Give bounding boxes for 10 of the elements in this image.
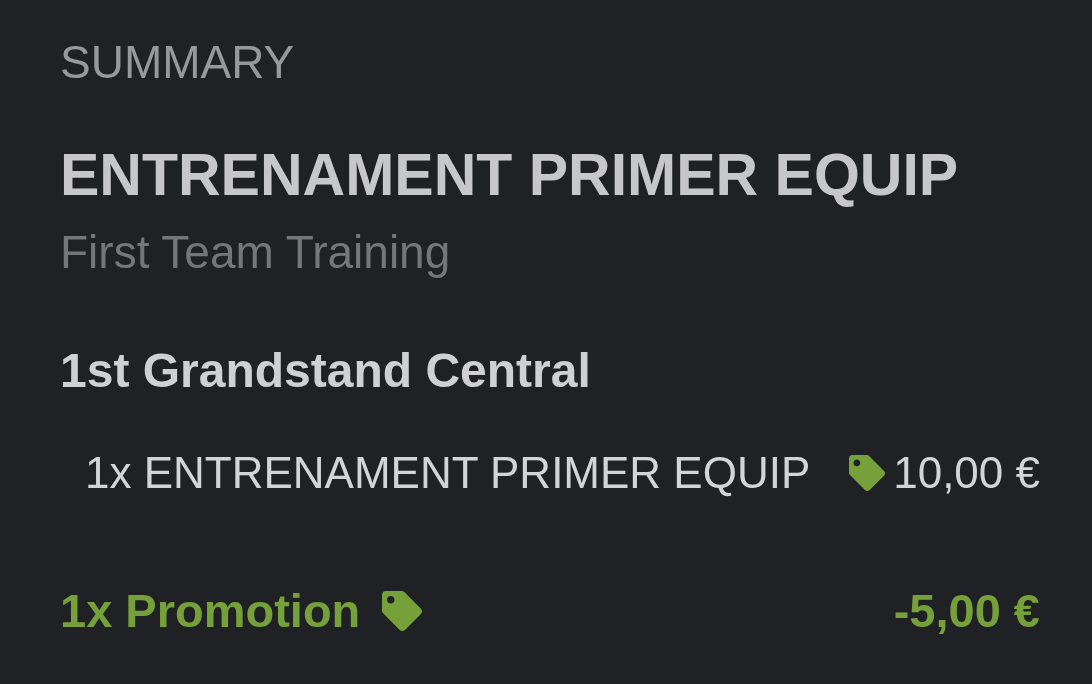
seating-zone-name: 1st Grandstand Central bbox=[60, 342, 592, 398]
tag-icon bbox=[849, 455, 886, 492]
ticket-line-label: 1x ENTRENAMENT PRIMER EQUIP bbox=[85, 447, 811, 499]
promotion-amount: -5,00 € bbox=[893, 584, 1040, 639]
promotion-label: 1x Promotion bbox=[60, 584, 361, 639]
ticket-line-price: 10,00 € bbox=[893, 447, 1040, 499]
section-heading: SUMMARY bbox=[60, 36, 296, 89]
tag-icon bbox=[382, 591, 423, 632]
event-subtitle: First Team Training bbox=[60, 225, 452, 279]
event-title: ENTRENAMENT PRIMER EQUIP bbox=[60, 141, 960, 210]
